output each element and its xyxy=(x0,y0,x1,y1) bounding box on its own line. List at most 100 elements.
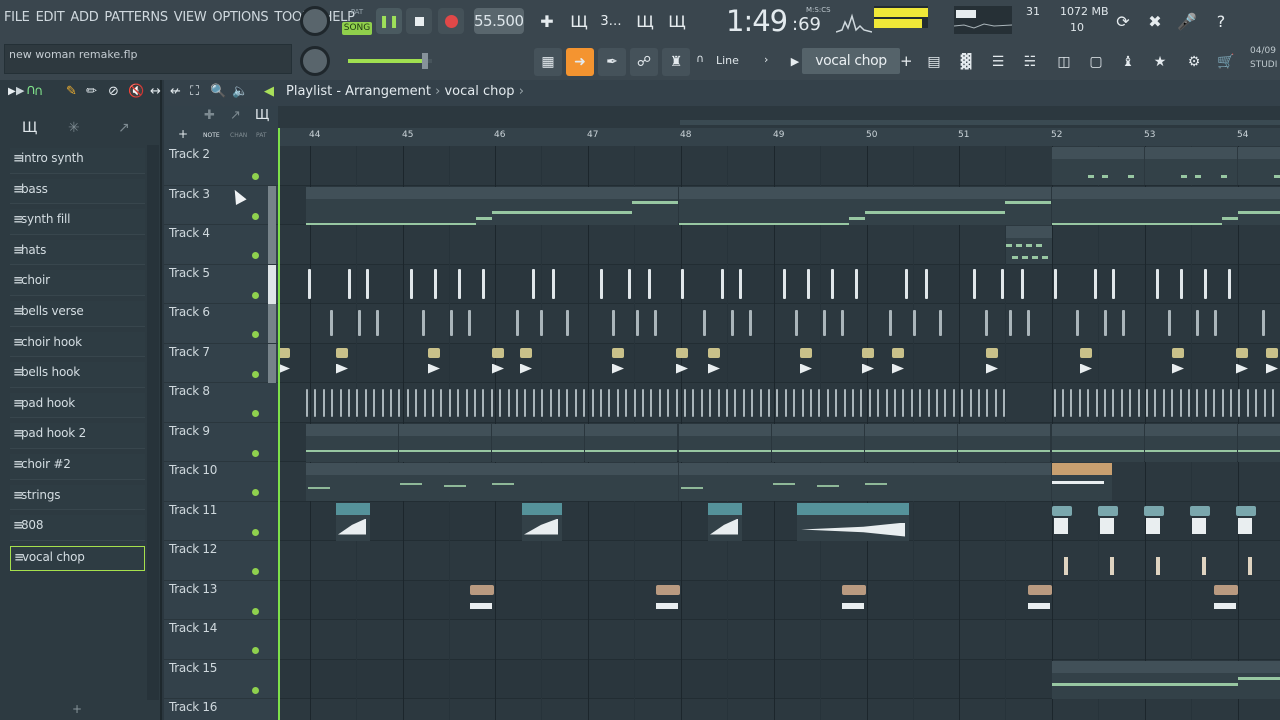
speaker-icon[interactable]: 🔈 xyxy=(232,84,248,99)
hihat-hit[interactable] xyxy=(784,389,787,417)
gear-icon[interactable]: ⚙ xyxy=(1180,48,1208,76)
add-pattern-button[interactable]: + xyxy=(900,48,914,74)
chord-stab[interactable] xyxy=(482,268,485,299)
slip-icon[interactable]: ↔ xyxy=(150,84,161,99)
sample-waveform[interactable] xyxy=(1064,557,1068,575)
track-name[interactable]: Track 14 xyxy=(169,621,217,635)
chord-stab[interactable] xyxy=(648,268,651,299)
sample-clip[interactable] xyxy=(520,347,532,358)
pencil-icon[interactable]: ✎ xyxy=(66,84,77,99)
pattern-song-toggle[interactable]: PAT SONG xyxy=(342,8,372,36)
hihat-hit[interactable] xyxy=(910,389,913,417)
sample-waveform[interactable] xyxy=(1248,557,1252,575)
link-icon[interactable]: ☍ xyxy=(630,48,658,76)
hihat-hit[interactable] xyxy=(457,389,460,417)
track-grip[interactable] xyxy=(268,225,276,264)
menu-add[interactable]: ADD xyxy=(70,10,98,30)
track-lane[interactable] xyxy=(278,699,1280,720)
track-name[interactable]: Track 16 xyxy=(169,700,217,714)
hihat-hit[interactable] xyxy=(549,389,552,417)
track-mute-led[interactable] xyxy=(252,528,259,536)
hihat-hit[interactable] xyxy=(541,389,544,417)
track-name[interactable]: Track 13 xyxy=(169,582,217,596)
chord-stab[interactable] xyxy=(366,268,369,299)
hihat-hit[interactable] xyxy=(507,389,510,417)
hihat-hit[interactable] xyxy=(616,389,619,417)
track-name[interactable]: Track 4 xyxy=(169,226,210,240)
hats-clip[interactable]: ≡ hats xyxy=(958,423,1050,462)
chord-stab[interactable] xyxy=(410,268,413,299)
track-mute-led[interactable] xyxy=(252,410,259,417)
menu-options[interactable]: OPTIONS xyxy=(212,10,268,30)
pattern-item[interactable]: ≡808 xyxy=(10,515,145,541)
vocal-chop-clip[interactable]: ≡ KSHMR_Re...h_02_A #2 xyxy=(797,502,909,541)
track-header[interactable]: Track 5 xyxy=(164,264,278,304)
choir-hook-clip[interactable]: ≡ choir hook xyxy=(1052,147,1144,185)
chord-stab[interactable] xyxy=(516,310,519,336)
tempo-display[interactable]: 55.500 xyxy=(474,8,524,34)
hihat-hit[interactable] xyxy=(700,389,703,417)
chord-stab[interactable] xyxy=(600,268,603,299)
shop-icon[interactable]: 🛒 xyxy=(1212,48,1240,76)
song-mode-label[interactable]: SONG xyxy=(342,22,372,35)
track-mute-led[interactable] xyxy=(252,331,259,338)
hats-clip[interactable]: ≡ hats xyxy=(492,423,584,462)
track-mute-led[interactable] xyxy=(252,252,259,259)
sample-clip[interactable] xyxy=(1266,347,1278,358)
hihat-hit[interactable] xyxy=(894,389,896,417)
hihat-hit[interactable] xyxy=(843,389,846,417)
chord-stab[interactable] xyxy=(1262,310,1265,336)
hihat-hit[interactable] xyxy=(952,389,955,417)
cross-icon[interactable]: ✚ xyxy=(204,108,215,123)
chord-stab[interactable] xyxy=(831,268,834,299)
vocal-chop-clip[interactable]: ≡ K...A xyxy=(708,502,742,541)
track-name[interactable]: Track 6 xyxy=(169,305,210,319)
pattern-item[interactable]: ≡choir xyxy=(10,270,145,296)
vocal-chop-clip[interactable]: ≡ KS...2 xyxy=(522,502,562,541)
hihat-hit[interactable] xyxy=(658,389,661,417)
master-volume-slider[interactable] xyxy=(348,53,432,69)
hats-clip[interactable]: ≡ hats xyxy=(399,423,491,462)
sample-clip[interactable] xyxy=(1052,505,1072,516)
chord-stab[interactable] xyxy=(841,310,844,336)
hihat-hit[interactable] xyxy=(835,389,838,417)
chord-stab[interactable] xyxy=(889,310,892,336)
sample-clip[interactable] xyxy=(336,347,348,358)
hihat-hit[interactable] xyxy=(759,389,762,417)
hihat-hit[interactable] xyxy=(448,389,451,417)
add-track-button[interactable]: + xyxy=(178,127,188,141)
pattern-item[interactable]: ≡choir #2 xyxy=(10,453,145,480)
mute-icon[interactable]: 🔇 xyxy=(128,84,144,99)
hihat-hit[interactable] xyxy=(1104,389,1106,417)
hihat-hit[interactable] xyxy=(1053,389,1056,417)
pattern-item[interactable]: ≡hats xyxy=(10,239,145,266)
hihat-hit[interactable] xyxy=(1146,389,1148,417)
track-grip[interactable] xyxy=(268,304,276,343)
track-grip[interactable] xyxy=(268,264,276,304)
hihat-hit[interactable] xyxy=(1078,389,1081,417)
hihat-hit[interactable] xyxy=(936,389,938,417)
magnet-icon[interactable]: ∩ xyxy=(34,84,44,99)
hihat-hit[interactable] xyxy=(1246,389,1249,417)
sample-waveform[interactable] xyxy=(1156,557,1160,575)
sample-clip[interactable] xyxy=(656,584,680,595)
chord-stab[interactable] xyxy=(925,268,928,299)
chord-stab[interactable] xyxy=(1112,268,1115,299)
draw-tool-icon[interactable]: ➜ xyxy=(566,48,594,76)
hihat-hit[interactable] xyxy=(826,389,829,417)
track-lane[interactable] xyxy=(278,502,1280,541)
chord-stab[interactable] xyxy=(749,310,752,336)
track-header[interactable]: Track 11 xyxy=(164,502,278,541)
sample-waveform[interactable] xyxy=(1202,557,1206,575)
track-mute-led[interactable] xyxy=(252,568,259,575)
track-grip[interactable] xyxy=(268,699,276,720)
hats-clip[interactable]: ≡ hats xyxy=(1052,423,1144,462)
chord-stab[interactable] xyxy=(1021,268,1024,299)
pad-hook-clip[interactable]: ≡ pad hook xyxy=(1052,660,1280,699)
chord-stab[interactable] xyxy=(1204,268,1207,299)
wait-input-icon[interactable]: Щ xyxy=(566,8,592,34)
sample-clip[interactable] xyxy=(892,347,904,358)
hihat-hit[interactable] xyxy=(331,389,334,417)
microphone-icon[interactable]: 🎤 xyxy=(1174,8,1200,34)
sample-clip[interactable] xyxy=(708,347,720,358)
